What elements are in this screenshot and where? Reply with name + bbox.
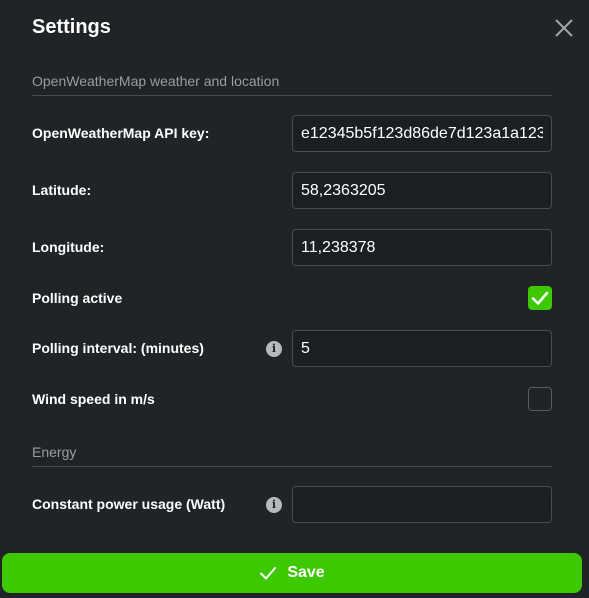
polling-interval-label: Polling interval: (minutes) xyxy=(32,340,204,356)
wind-speed-checkbox[interactable] xyxy=(528,387,552,411)
section-title-weather: OpenWeatherMap weather and location xyxy=(32,73,552,96)
close-icon[interactable] xyxy=(552,16,576,40)
api-key-input[interactable] xyxy=(292,115,552,152)
wind-speed-label: Wind speed in m/s xyxy=(32,391,155,407)
polling-active-label: Polling active xyxy=(32,290,123,306)
save-button-label: Save xyxy=(287,564,325,581)
constant-power-input[interactable] xyxy=(292,486,552,523)
api-key-label: OpenWeatherMap API key: xyxy=(32,125,210,141)
settings-dialog: Settings OpenWeatherMap weather and loca… xyxy=(0,0,589,598)
dialog-title: Settings xyxy=(32,16,111,38)
polling-interval-input[interactable] xyxy=(292,330,552,367)
info-icon[interactable]: i xyxy=(266,497,282,513)
longitude-input[interactable] xyxy=(292,229,552,266)
latitude-input[interactable] xyxy=(292,172,552,209)
longitude-label: Longitude: xyxy=(32,239,105,255)
constant-power-label: Constant power usage (Watt) xyxy=(32,496,226,512)
checkmark-icon xyxy=(531,291,549,305)
latitude-label: Latitude: xyxy=(32,182,92,198)
save-button[interactable]: Save xyxy=(2,553,582,593)
polling-active-checkbox[interactable] xyxy=(528,286,552,310)
info-icon[interactable]: i xyxy=(266,341,282,357)
section-title-energy: Energy xyxy=(32,444,552,467)
checkmark-icon xyxy=(260,567,277,580)
